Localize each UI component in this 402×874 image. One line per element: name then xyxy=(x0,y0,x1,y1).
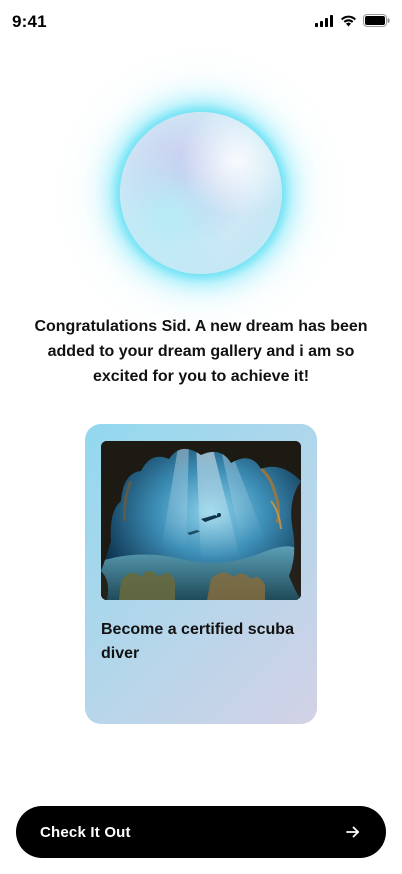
check-it-out-button[interactable]: Check It Out xyxy=(16,806,386,858)
glowing-orb-icon xyxy=(120,112,282,274)
status-icons xyxy=(315,14,390,27)
dream-title: Become a certified scuba diver xyxy=(101,621,294,662)
dream-card[interactable]: Become a certified scuba diver xyxy=(85,424,317,724)
congratulations-message: Congratulations Sid. A new dream has bee… xyxy=(34,318,368,385)
cta-label: Check It Out xyxy=(40,823,131,841)
dream-image xyxy=(101,441,301,600)
status-time: 9:41 xyxy=(12,12,47,31)
battery-icon xyxy=(363,14,390,27)
orb xyxy=(120,112,282,274)
status-bar: 9:41 xyxy=(0,0,402,44)
wifi-icon xyxy=(340,15,357,27)
cellular-signal-icon xyxy=(315,14,334,27)
arrow-right-icon xyxy=(346,826,360,838)
